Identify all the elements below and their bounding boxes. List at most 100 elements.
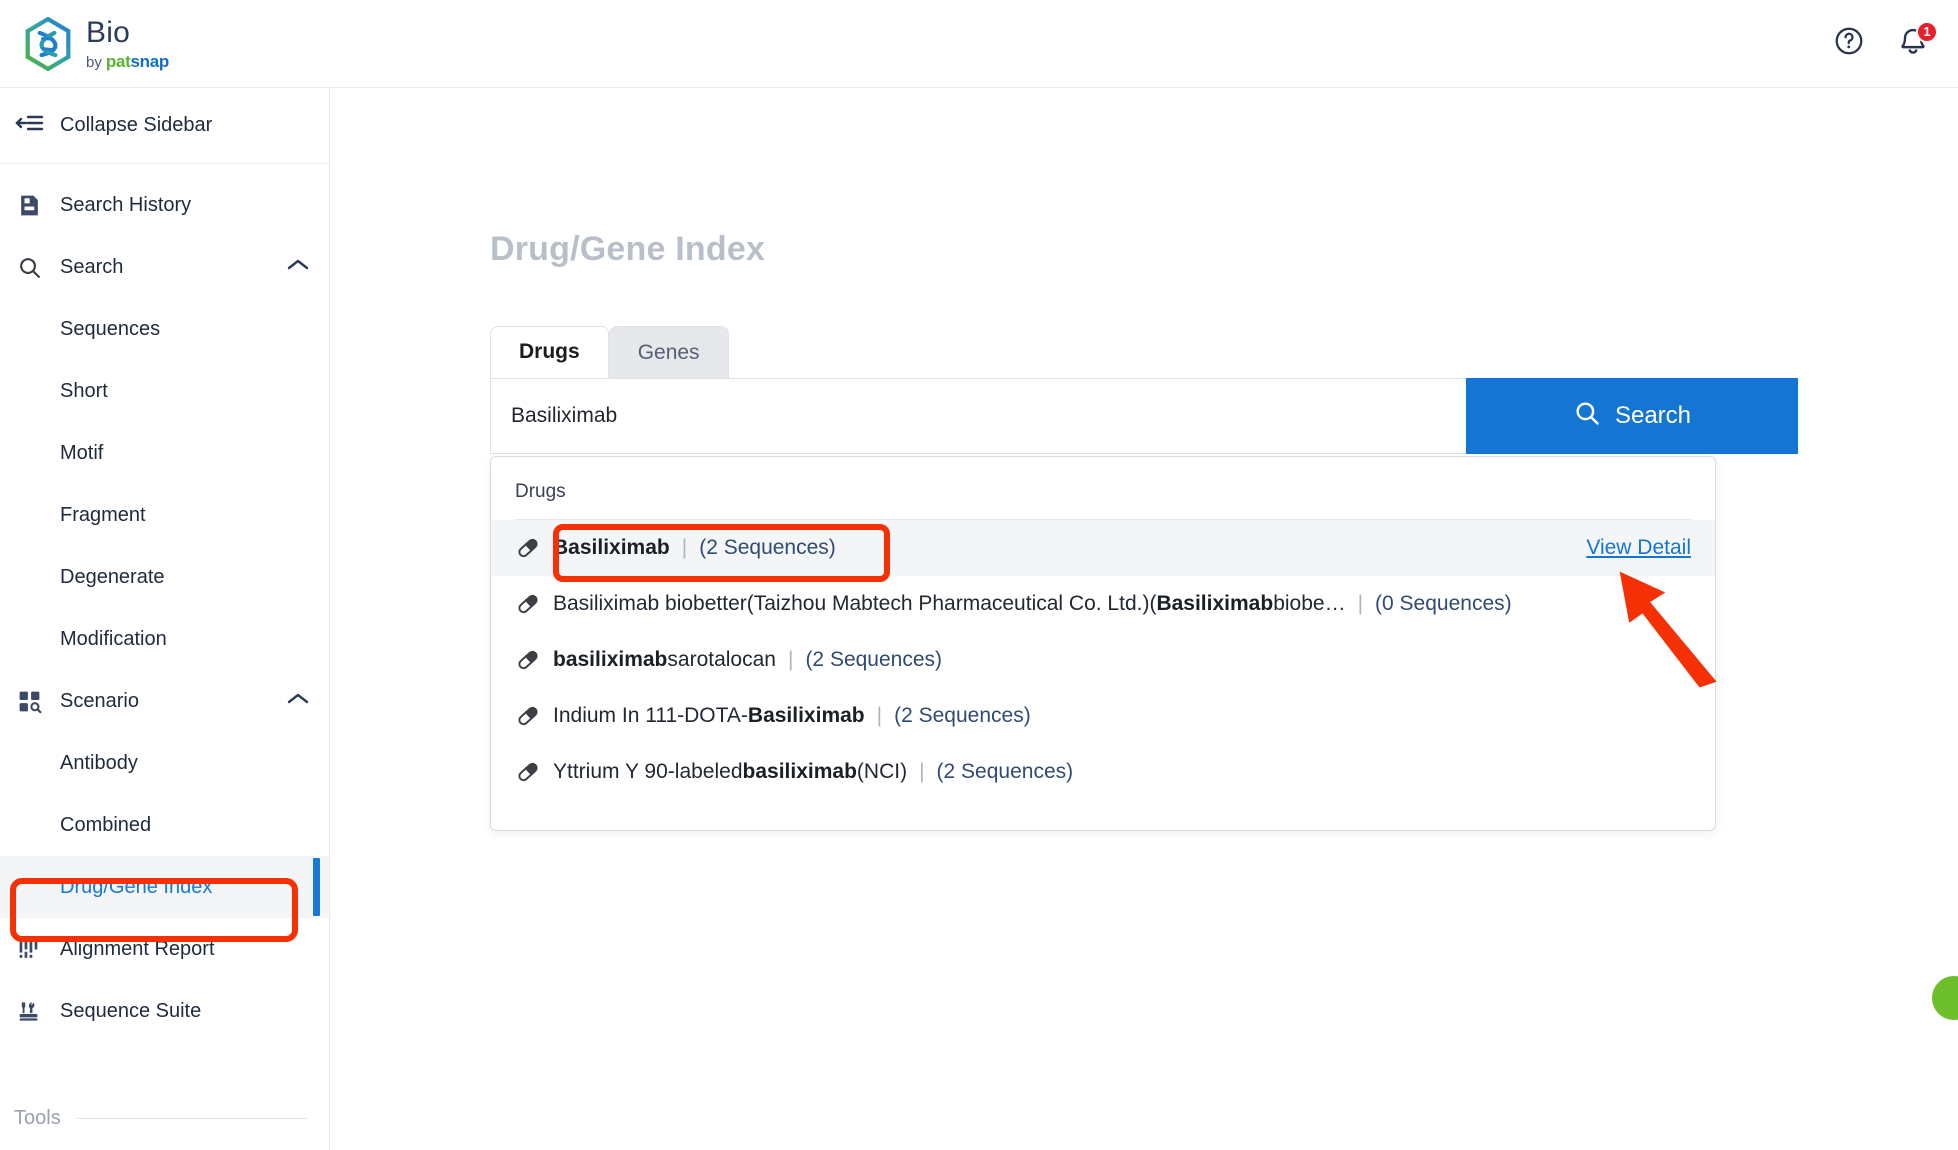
- list-item[interactable]: basiliximab sarotalocan | (2 Sequences): [491, 632, 1715, 688]
- sequence-count: (2 Sequences): [894, 704, 1031, 727]
- tab-label: Genes: [637, 340, 700, 364]
- pill-capsule-icon: [515, 535, 553, 561]
- drug-name-part: (NCI): [856, 760, 908, 783]
- dna-hexagon-logo-icon: [24, 16, 72, 71]
- sidebar-nav: Search History Search Sequences Short Mo…: [0, 164, 329, 1042]
- drug-name: Basiliximab: [553, 536, 670, 559]
- separator: |: [919, 760, 925, 783]
- chevron-up-icon: [285, 257, 311, 278]
- list-item[interactable]: Yttrium Y 90-labeled basiliximab (NCI) | …: [491, 744, 1715, 800]
- dropdown-group-label: Drugs: [515, 481, 566, 502]
- list-item[interactable]: Basiliximab biobetter(Taizhou Mabtech Ph…: [491, 576, 1715, 632]
- list-item-text: Basiliximab | (2 Sequences): [553, 536, 836, 560]
- sidebar-item-label: Sequences: [60, 317, 161, 340]
- sidebar-item-fragment[interactable]: Fragment: [0, 484, 329, 546]
- separator: |: [787, 648, 794, 671]
- sidebar-item-label: Short: [60, 379, 108, 402]
- sidebar-item-modification[interactable]: Modification: [0, 608, 329, 670]
- sidebar-item-label: Alignment Report: [60, 937, 215, 960]
- drug-name-part: Basiliximab: [747, 704, 865, 727]
- drug-name-part: Indium In 111-DOTA-: [553, 704, 748, 727]
- sidebar-item-label: Search: [60, 255, 124, 278]
- sidebar-item-sequence-suite[interactable]: Sequence Suite: [0, 980, 329, 1042]
- tab-drugs[interactable]: Drugs: [490, 326, 609, 378]
- sequence-count: (2 Sequences): [805, 648, 943, 671]
- sidebar-item-degenerate[interactable]: Degenerate: [0, 546, 329, 608]
- search-icon: [1573, 399, 1601, 434]
- drug-suggestions-dropdown: Drugs Basiliximab | (2 Sequences) View D…: [490, 456, 1716, 831]
- brand-by-label: by: [86, 53, 102, 71]
- sidebar-tools-section: Tools: [0, 1092, 330, 1144]
- search-input-wrapper[interactable]: [490, 378, 1466, 454]
- sidebar-item-label: Degenerate: [60, 565, 165, 588]
- tools-icon: [14, 999, 44, 1024]
- pill-capsule-icon: [515, 647, 553, 673]
- sidebar-item-label: Antibody: [60, 751, 138, 774]
- list-item[interactable]: Indium In 111-DOTA- Basiliximab | (2 Sequ…: [491, 688, 1715, 744]
- view-detail-link[interactable]: View Detail: [1586, 536, 1691, 560]
- sidebar: Collapse Sidebar Search History Search S…: [0, 88, 330, 1150]
- sidebar-tools-label: Tools: [14, 1106, 61, 1129]
- sidebar-item-short[interactable]: Short: [0, 360, 329, 422]
- support-chat-bubble[interactable]: [1932, 976, 1958, 1020]
- sidebar-item-drug-gene-index[interactable]: Drug/Gene Index: [0, 856, 329, 918]
- drug-name-part: Yttrium Y 90-labeled: [553, 760, 743, 783]
- separator: |: [681, 536, 688, 559]
- tab-genes[interactable]: Genes: [608, 326, 729, 378]
- question-circle-icon: [1833, 25, 1865, 62]
- sequence-count: (0 Sequences): [1375, 592, 1512, 615]
- active-indicator-bar: [313, 858, 320, 916]
- sidebar-item-label: Scenario: [60, 689, 139, 712]
- drug-name-part: basiliximab: [553, 648, 668, 671]
- search-row: Search: [490, 378, 1798, 454]
- pill-capsule-icon: [515, 591, 553, 617]
- search-button[interactable]: Search: [1466, 378, 1798, 454]
- notification-badge: 1: [1916, 20, 1938, 43]
- list-item[interactable]: Basiliximab | (2 Sequences) View Detail: [491, 520, 1715, 576]
- sidebar-item-antibody[interactable]: Antibody: [0, 732, 329, 794]
- pill-capsule-icon: [515, 703, 553, 729]
- document-history-icon: [14, 193, 44, 218]
- collapse-sidebar-button[interactable]: Collapse Sidebar: [0, 88, 329, 164]
- magnifier-icon: [14, 255, 44, 280]
- sequence-count: (2 Sequences): [699, 536, 836, 559]
- page-title: Drug/Gene Index: [490, 230, 766, 268]
- list-item-text: basiliximab sarotalocan | (2 Sequences): [553, 648, 942, 672]
- list-item-text: Basiliximab biobetter(Taizhou Mabtech Ph…: [553, 592, 1512, 616]
- alignment-bars-icon: [14, 937, 44, 962]
- sidebar-item-sequences[interactable]: Sequences: [0, 298, 329, 360]
- tab-bar: Drugs Genes: [490, 326, 729, 378]
- grid-search-icon: [14, 689, 44, 714]
- drug-name-part: Basiliximab biobetter(Taizhou Mabtech Ph…: [553, 592, 1157, 615]
- collapse-sidebar-icon: [14, 111, 44, 140]
- sidebar-item-motif[interactable]: Motif: [0, 422, 329, 484]
- sidebar-item-alignment-report[interactable]: Alignment Report: [0, 918, 329, 980]
- pill-capsule-icon: [515, 759, 553, 785]
- list-item-text: Indium In 111-DOTA- Basiliximab | (2 Sequ…: [553, 704, 1031, 728]
- sidebar-item-label: Combined: [60, 813, 152, 836]
- list-item-text: Yttrium Y 90-labeled basiliximab (NCI) | …: [553, 760, 1073, 784]
- brand[interactable]: Bio by pat snap: [0, 15, 169, 71]
- top-bar: Bio by pat snap 1: [0, 0, 1958, 88]
- search-input[interactable]: [509, 403, 1448, 429]
- notifications-button[interactable]: 1: [1896, 20, 1938, 61]
- sidebar-item-search-history[interactable]: Search History: [0, 174, 329, 236]
- sidebar-item-label: Fragment: [60, 503, 146, 526]
- sidebar-group-search[interactable]: Search: [0, 236, 329, 298]
- help-button[interactable]: [1832, 27, 1866, 61]
- search-button-label: Search: [1614, 402, 1692, 429]
- sidebar-group-scenario[interactable]: Scenario: [0, 670, 329, 732]
- collapse-sidebar-label: Collapse Sidebar: [60, 114, 213, 136]
- sidebar-item-combined[interactable]: Combined: [0, 794, 329, 856]
- main-content: Drug/Gene Index Drugs Genes Search Drugs: [330, 88, 1958, 1150]
- separator: |: [1357, 592, 1364, 615]
- brand-snap-label: snap: [130, 51, 169, 71]
- tab-label: Drugs: [519, 340, 580, 363]
- sidebar-item-label: Sequence Suite: [60, 999, 202, 1022]
- sidebar-item-label: Drug/Gene Index: [60, 875, 213, 898]
- brand-title: Bio: [86, 15, 130, 49]
- sidebar-item-label: Modification: [60, 627, 167, 650]
- drug-name-part: Basiliximab: [1156, 592, 1274, 615]
- drug-name-part: sarotalocan: [667, 648, 776, 671]
- drug-name-part: biobe…: [1273, 592, 1346, 615]
